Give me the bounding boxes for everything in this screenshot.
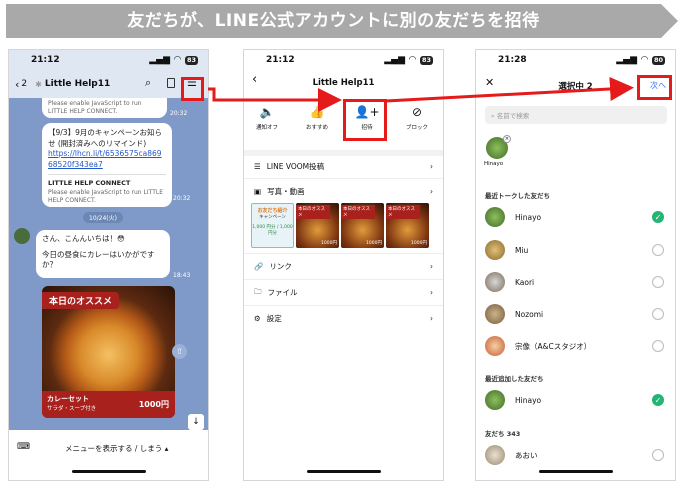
arrow-menu-to-invite (208, 87, 342, 112)
flow-arrows (208, 76, 634, 112)
arrow-invite-to-next (385, 76, 634, 103)
